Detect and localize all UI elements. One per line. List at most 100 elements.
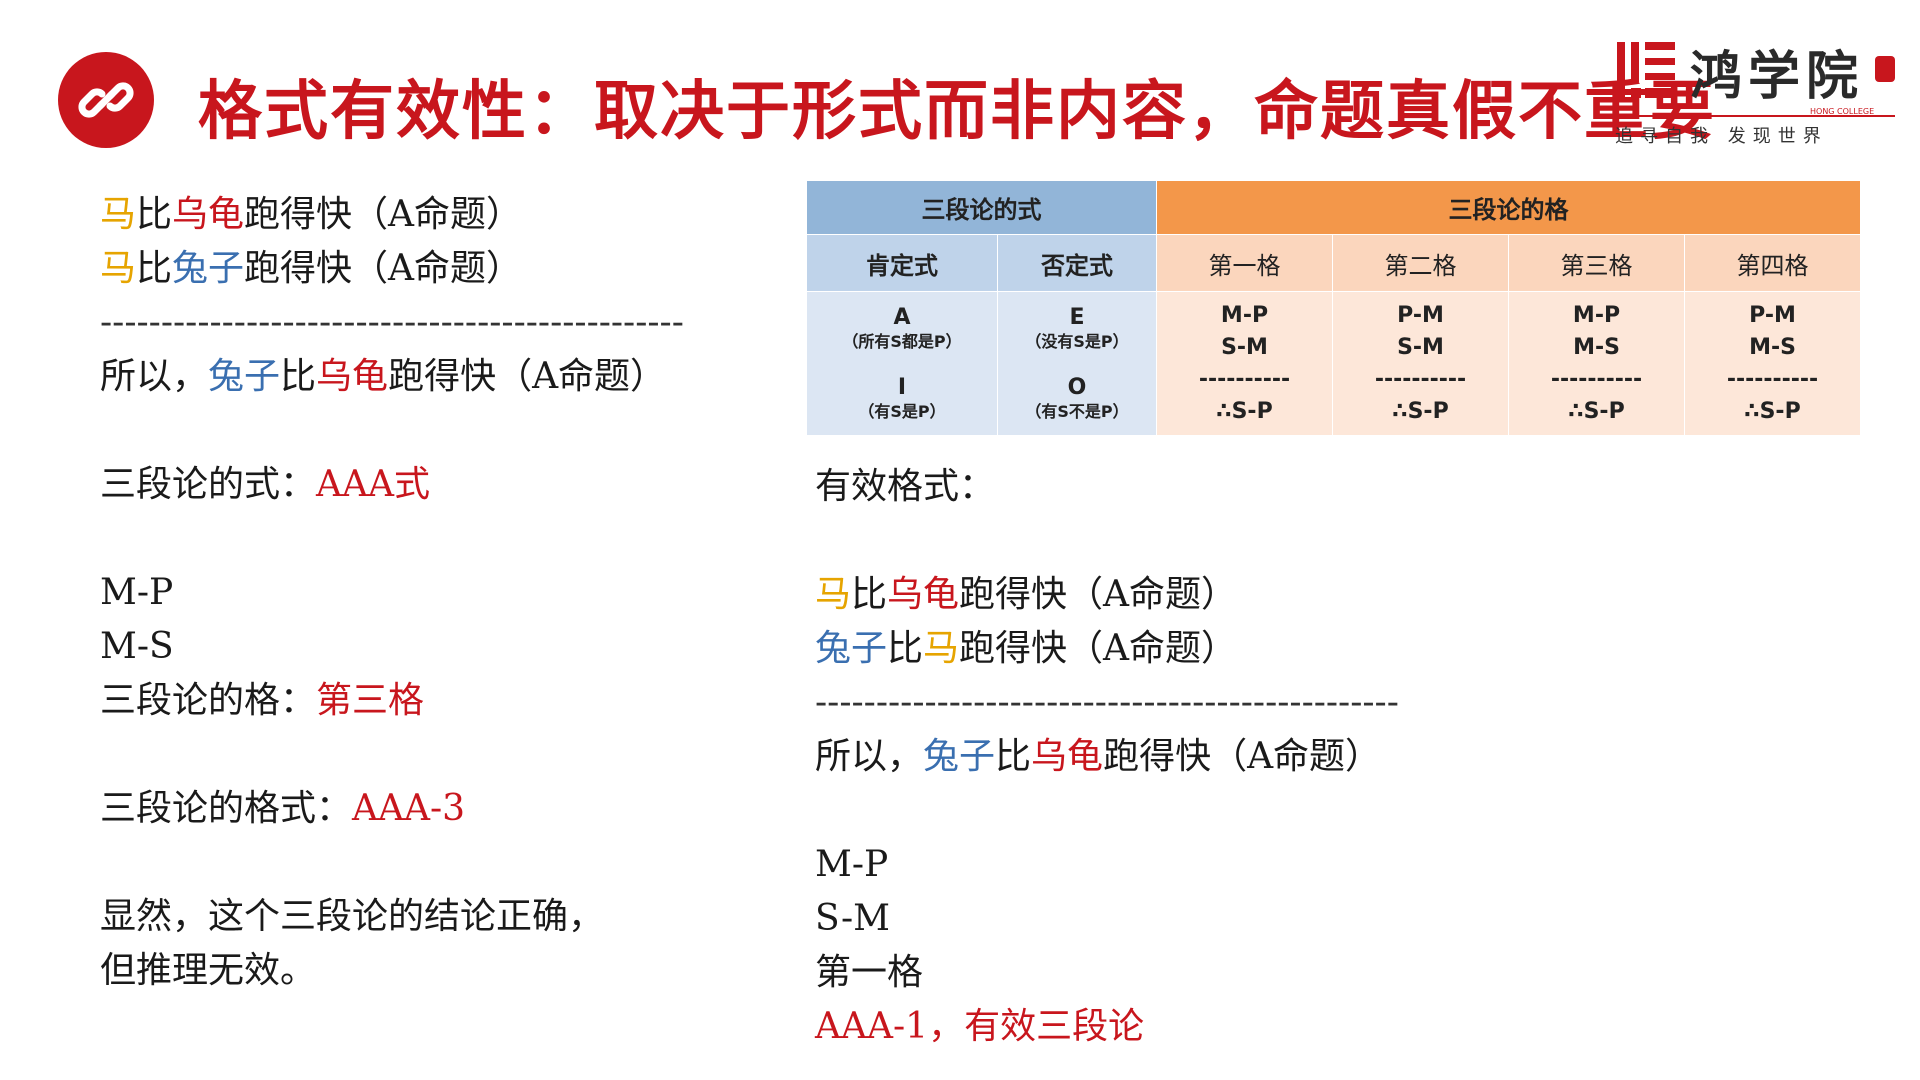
major-premise: M-P bbox=[1572, 302, 1621, 328]
page-title: 格式有效性：取决于形式而非内容，命题真假不重要 bbox=[198, 75, 1716, 149]
form-line: 三段论的格式：AAA-3 bbox=[100, 782, 684, 836]
slide-header: 格式有效性：取决于形式而非内容，命题真假不重要 bbox=[58, 52, 1714, 152]
form-label: 三段论的格式： bbox=[100, 788, 353, 829]
term: 马 bbox=[100, 248, 137, 289]
term: 马 bbox=[100, 194, 137, 235]
text: 跑得快（A命题） bbox=[1103, 736, 1382, 777]
form-conclusion: ∴S-P bbox=[1744, 398, 1801, 424]
figure-4-header: 第四格 bbox=[1684, 234, 1861, 292]
figure-name: 第一格 bbox=[815, 952, 924, 993]
conclusion: 所以，兔子比乌龟跑得快（A命题） bbox=[100, 350, 684, 404]
figure-minor: S-M bbox=[815, 898, 891, 939]
form-value: AAA-3 bbox=[352, 788, 466, 829]
text: 比 bbox=[136, 248, 173, 289]
mood-e-desc: （没有S是P） bbox=[1025, 331, 1129, 351]
term: 乌龟 bbox=[316, 356, 389, 397]
text: 跑得快（A命题） bbox=[388, 356, 667, 397]
logo-mark-icon bbox=[1617, 42, 1675, 100]
logo-name: 鸿学院 bbox=[1690, 46, 1865, 107]
text: 所以， bbox=[100, 356, 209, 397]
figure-value: 第三格 bbox=[316, 680, 425, 721]
mood-i: I bbox=[897, 374, 907, 400]
major-premise: P-M bbox=[1749, 302, 1796, 328]
syllogism-table: 三段论的式 三段论的格 肯定式 否定式 第一格 第二格 第三格 第四格 A （所… bbox=[806, 180, 1861, 436]
divider-line: ----------------------------------------… bbox=[815, 682, 1399, 723]
logo-slogan: 追寻自我 发现世界 bbox=[1615, 126, 1828, 147]
premise-1: 马比乌龟跑得快（A命题） bbox=[815, 568, 1399, 622]
text: 跑得快（A命题） bbox=[244, 248, 523, 289]
form-conclusion: ∴S-P bbox=[1216, 398, 1273, 424]
conclusion: 所以，兔子比乌龟跑得快（A命题） bbox=[815, 730, 1399, 784]
text: 比 bbox=[280, 356, 317, 397]
figure-minor: M-S bbox=[100, 626, 174, 667]
mood-label: 三段论的式： bbox=[100, 464, 317, 505]
mood-e: E bbox=[1069, 304, 1085, 330]
figure-major: M-P bbox=[815, 844, 889, 885]
mood-i-desc: （有S是P） bbox=[858, 401, 946, 421]
mood-value: AAA式 bbox=[316, 464, 431, 505]
term: 马 bbox=[815, 574, 852, 615]
premise-1: 马比乌龟跑得快（A命题） bbox=[100, 188, 684, 242]
figure-3-header: 第三格 bbox=[1508, 234, 1685, 292]
figure-line: 三段论的格：第三格 bbox=[100, 674, 684, 728]
form-divider: ---------- bbox=[1726, 366, 1819, 392]
term: 马 bbox=[923, 628, 960, 669]
mood-o: O bbox=[1067, 374, 1087, 400]
link-icon bbox=[58, 52, 154, 148]
college-logo: 鸿学院 HONG COLLEGE 追寻自我 发现世界 bbox=[1615, 40, 1895, 150]
negative-moods: E （没有S是P） O （有S不是P） bbox=[997, 291, 1157, 436]
mood-a: A bbox=[893, 304, 911, 330]
figure-3-form: M-P M-S ---------- ∴S-P bbox=[1508, 291, 1685, 436]
minor-premise: M-S bbox=[1573, 334, 1620, 360]
text: 跑得快（A命题） bbox=[959, 628, 1238, 669]
text: 比 bbox=[887, 628, 924, 669]
form-divider: ---------- bbox=[1198, 366, 1291, 392]
divider-line: ----------------------------------------… bbox=[100, 302, 684, 343]
term: 兔子 bbox=[923, 736, 996, 777]
note-line-1: 显然，这个三段论的结论正确， bbox=[100, 896, 605, 937]
premise-2: 马比兔子跑得快（A命题） bbox=[100, 242, 684, 296]
term: 乌龟 bbox=[887, 574, 960, 615]
valid-label: 有效格式： bbox=[815, 466, 996, 507]
term: 兔子 bbox=[208, 356, 281, 397]
minor-premise: S-M bbox=[1221, 334, 1268, 360]
mood-a-desc: （所有S都是P） bbox=[842, 331, 962, 351]
figure-4-form: P-M M-S ---------- ∴S-P bbox=[1684, 291, 1861, 436]
form-divider: ---------- bbox=[1550, 366, 1643, 392]
left-example: 马比乌龟跑得快（A命题） 马比兔子跑得快（A命题） --------------… bbox=[100, 188, 684, 998]
text: 跑得快（A命题） bbox=[244, 194, 523, 235]
form-conclusion: ∴S-P bbox=[1392, 398, 1449, 424]
figure-header: 三段论的格 bbox=[1156, 180, 1861, 235]
text: 比 bbox=[995, 736, 1032, 777]
seal-icon bbox=[1875, 56, 1895, 82]
term: 兔子 bbox=[172, 248, 245, 289]
affirmative-header: 肯定式 bbox=[806, 234, 998, 292]
term: 兔子 bbox=[815, 628, 888, 669]
figure-label: 三段论的格： bbox=[100, 680, 317, 721]
figure-1-header: 第一格 bbox=[1156, 234, 1333, 292]
mood-header: 三段论的式 bbox=[806, 180, 1157, 235]
affirmative-moods: A （所有S都是P） I （有S是P） bbox=[806, 291, 998, 436]
premise-2: 兔子比马跑得快（A命题） bbox=[815, 622, 1399, 676]
text: 跑得快（A命题） bbox=[959, 574, 1238, 615]
right-example: 有效格式： 马比乌龟跑得快（A命题） 兔子比马跑得快（A命题） --------… bbox=[815, 460, 1399, 1054]
major-premise: P-M bbox=[1397, 302, 1444, 328]
figure-major: M-P bbox=[100, 572, 174, 613]
text: 所以， bbox=[815, 736, 924, 777]
minor-premise: S-M bbox=[1397, 334, 1444, 360]
term: 乌龟 bbox=[172, 194, 245, 235]
logo-divider bbox=[1615, 115, 1895, 117]
figure-2-form: P-M S-M ---------- ∴S-P bbox=[1332, 291, 1509, 436]
negative-header: 否定式 bbox=[997, 234, 1157, 292]
major-premise: M-P bbox=[1220, 302, 1269, 328]
text: 比 bbox=[136, 194, 173, 235]
mood-line: 三段论的式：AAA式 bbox=[100, 458, 684, 512]
minor-premise: M-S bbox=[1749, 334, 1796, 360]
note-line-2: 但推理无效。 bbox=[100, 950, 317, 991]
mood-o-desc: （有S不是P） bbox=[1025, 401, 1129, 421]
form-conclusion: ∴S-P bbox=[1568, 398, 1625, 424]
text: 比 bbox=[851, 574, 888, 615]
figure-2-header: 第二格 bbox=[1332, 234, 1509, 292]
term: 乌龟 bbox=[1031, 736, 1104, 777]
result-line: AAA-1，有效三段论 bbox=[815, 1006, 1145, 1047]
